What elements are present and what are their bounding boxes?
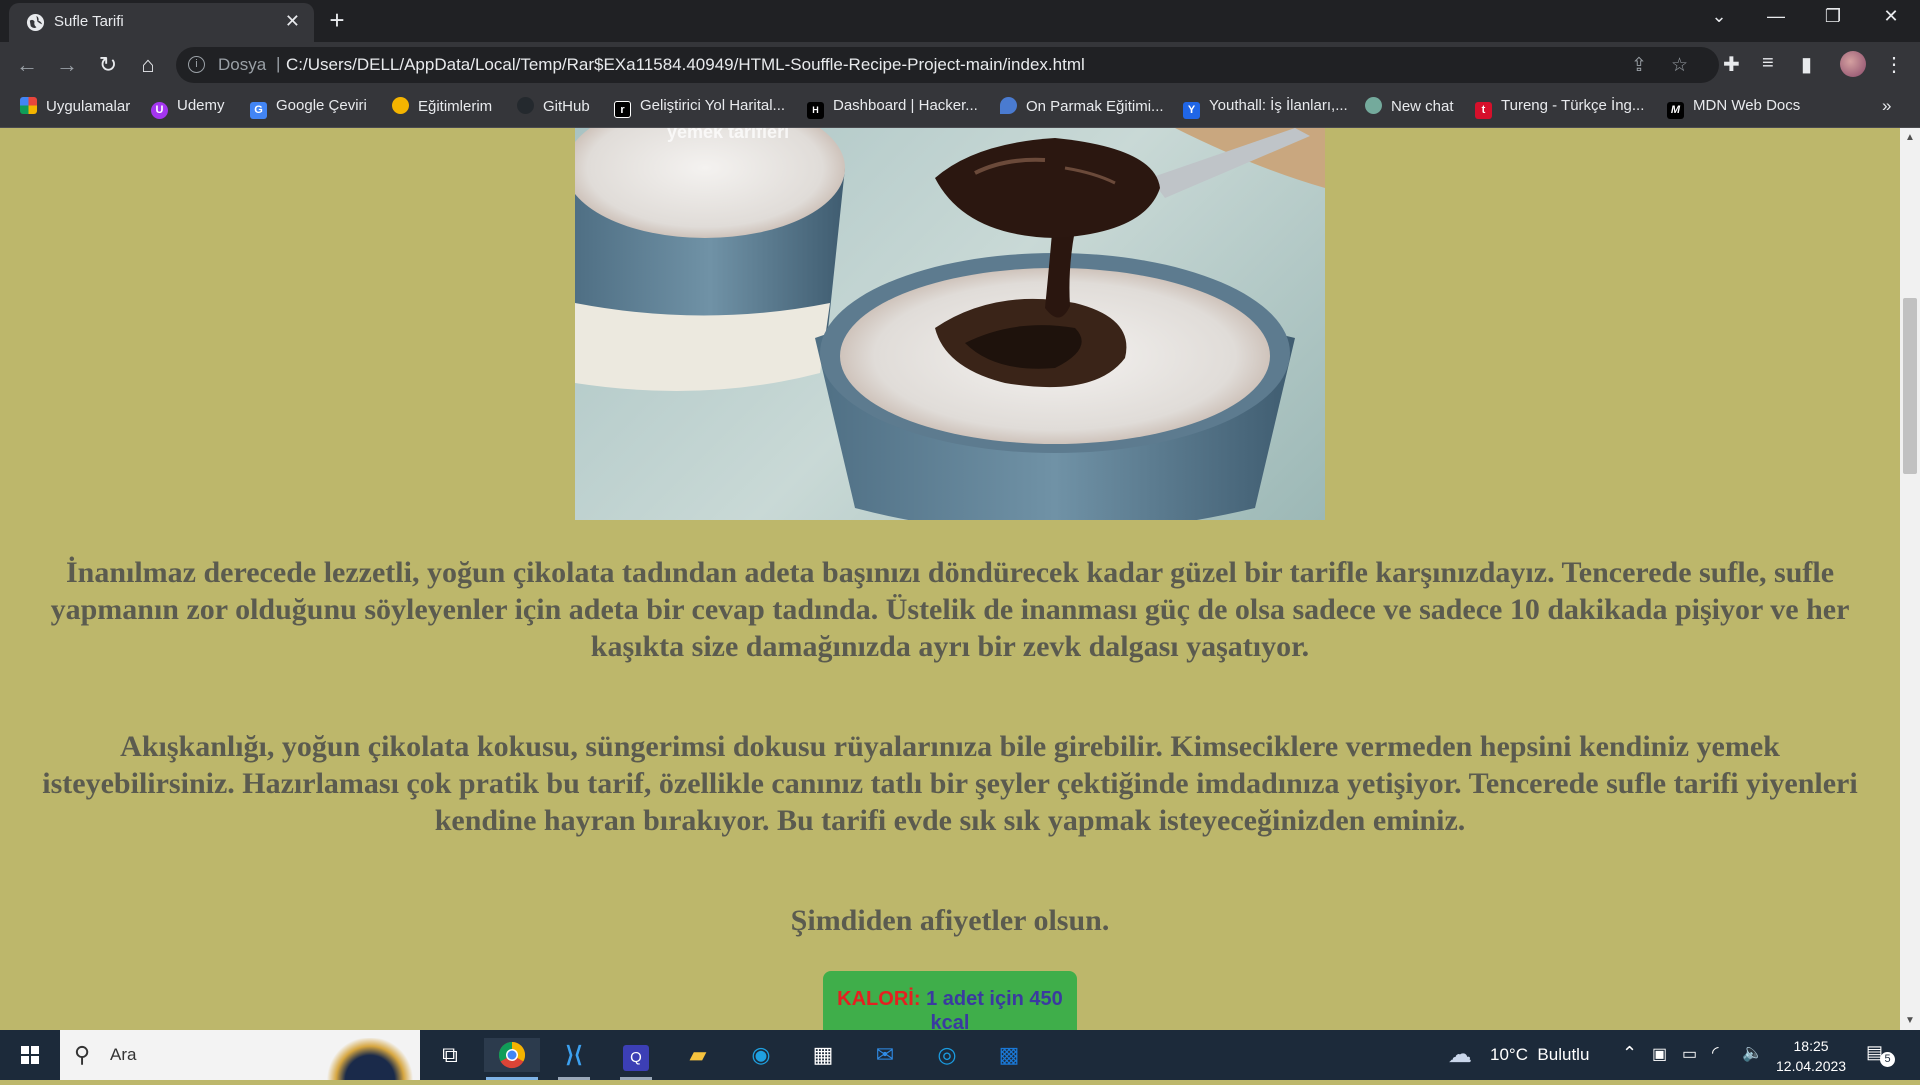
omnibox-separator: |	[276, 54, 281, 73]
side-panel-icon[interactable]: ▮	[1801, 52, 1812, 77]
wifi-icon[interactable]: ◜	[1712, 1043, 1719, 1063]
battery-icon[interactable]: ▭	[1682, 1044, 1697, 1064]
recipe-paragraph-1: İnanılmaz derecede lezzetli, yoğun çikol…	[50, 556, 1850, 663]
roadmap-icon: r	[614, 101, 631, 118]
cloud-icon: ☁	[1448, 1041, 1472, 1068]
qt-app-icon[interactable]: Q	[618, 1038, 654, 1080]
vscode-icon[interactable]: ⟩⟨	[556, 1038, 592, 1080]
back-arrow-icon[interactable]: ←	[14, 53, 40, 79]
scroll-up-arrow-icon[interactable]: ▲	[1900, 132, 1920, 143]
windows-logo-icon	[21, 1046, 39, 1064]
clock-date: 12.04.2023	[1776, 1058, 1847, 1074]
browser-toolbar: ← → ↻ ⌂ i Dosya | C:/Users/DELL/AppData/…	[0, 42, 1920, 89]
tureng-icon: t	[1475, 102, 1492, 119]
minimize-icon[interactable]: —	[1756, 6, 1796, 27]
education-icon	[392, 97, 409, 114]
search-icon: ⚲	[74, 1042, 91, 1067]
media-queue-icon[interactable]: ≡	[1762, 52, 1774, 75]
profile-avatar[interactable]	[1840, 51, 1866, 77]
image-watermark: yemek tarifleri	[667, 128, 789, 142]
search-highlight-art	[325, 1038, 415, 1080]
reload-icon[interactable]: ↻	[95, 53, 121, 79]
tab-title: Sufle Tarifi	[54, 13, 124, 30]
browser-compass-icon[interactable]: ◎	[929, 1038, 965, 1072]
file-explorer-icon[interactable]: ▰	[680, 1038, 716, 1072]
blue-app-icon[interactable]: ▩	[991, 1038, 1027, 1072]
typing-icon	[1000, 97, 1017, 114]
mail-icon[interactable]: ✉	[867, 1038, 903, 1072]
address-bar[interactable]: i Dosya | C:/Users/DELL/AppData/Local/Te…	[176, 47, 1719, 83]
info-icon[interactable]: i	[188, 56, 205, 73]
share-icon[interactable]: ⇪	[1631, 54, 1647, 77]
vertical-scrollbar[interactable]: ▲ ▼	[1900, 128, 1920, 1030]
bookmark-item[interactable]: t Tureng - Türkçe İng...	[1475, 97, 1644, 119]
bookmark-item[interactable]: Y Youthall: İş İlanları,...	[1183, 97, 1348, 119]
bookmark-item[interactable]: r Geliştirici Yol Harital...	[614, 97, 785, 119]
home-icon[interactable]: ⌂	[135, 53, 161, 79]
bookmark-item[interactable]: GitHub	[517, 97, 590, 119]
bookmark-item[interactable]: Uygulamalar	[20, 97, 130, 119]
notification-count-badge: 5	[1880, 1052, 1895, 1067]
clock-time: 18:25	[1793, 1038, 1829, 1054]
url-text[interactable]: C:/Users/DELL/AppData/Local/Temp/Rar$EXa…	[286, 55, 1085, 75]
tab-close-icon[interactable]: ✕	[285, 11, 300, 31]
calorie-box: KALORİ: 1 adet için 450 kcal	[823, 971, 1077, 1030]
edge-icon[interactable]: ◉	[743, 1038, 779, 1072]
bookmark-item[interactable]: G Google Çeviri	[250, 97, 367, 119]
chatgpt-icon	[1365, 97, 1382, 114]
globe-icon	[26, 13, 45, 32]
meet-now-icon[interactable]: ▣	[1652, 1044, 1667, 1064]
tab-search-chevron-icon[interactable]: ⌄	[1699, 6, 1739, 27]
clock[interactable]: 18:25 12.04.2023	[1776, 1036, 1846, 1076]
recipe-paragraph-2: Akışkanlığı, yoğun çikolata kokusu, süng…	[42, 730, 1858, 837]
browser-tab[interactable]: Sufle Tarifi ✕	[9, 3, 314, 42]
bookmark-item[interactable]: Eğitimlerim	[392, 97, 492, 119]
scroll-thumb[interactable]	[1903, 298, 1917, 474]
chrome-icon	[498, 1041, 526, 1069]
extensions-puzzle-icon[interactable]: ✚	[1723, 52, 1740, 77]
hackerrank-icon: H	[807, 102, 824, 119]
taskbar-search[interactable]: ⚲ Ara	[60, 1030, 420, 1080]
start-button[interactable]	[0, 1030, 60, 1080]
bookmark-item[interactable]: On Parmak Eğitimi...	[1000, 97, 1164, 119]
bookmark-item[interactable]: New chat	[1365, 97, 1454, 119]
windows-taskbar: ⚲ Ara ⧉ ⟩⟨ Q ▰ ◉ ▦ ✉ ◎ ▩ ☁ 10°C Bulutlu …	[0, 1030, 1920, 1080]
google-translate-icon: G	[250, 102, 267, 119]
github-icon	[517, 97, 534, 114]
bookmark-star-icon[interactable]: ☆	[1671, 54, 1688, 77]
apps-grid-icon	[20, 97, 37, 114]
souffle-image: yemek tarifleri	[575, 128, 1325, 520]
close-window-icon[interactable]: ✕	[1871, 6, 1911, 27]
mdn-icon: M	[1667, 102, 1684, 119]
bookmarks-bar: Uygulamalar U Udemy G Google Çeviri Eğitim…	[0, 89, 1920, 128]
calorie-label: KALORİ:	[837, 988, 921, 1010]
chrome-taskbar-icon[interactable]	[484, 1038, 540, 1080]
tray-chevron-up-icon[interactable]: ⌃	[1622, 1043, 1637, 1064]
weather-text: 10°C Bulutlu	[1490, 1045, 1590, 1064]
forward-arrow-icon[interactable]: →	[54, 53, 80, 79]
search-placeholder: Ara	[110, 1045, 137, 1064]
scroll-down-arrow-icon[interactable]: ▼	[1900, 1015, 1920, 1026]
bookmark-item[interactable]: M MDN Web Docs	[1667, 97, 1800, 119]
bookmark-item[interactable]: U Udemy	[151, 97, 225, 119]
youthall-icon: Y	[1183, 102, 1200, 119]
bookmarks-overflow-icon[interactable]: »	[1882, 96, 1891, 116]
menu-kebab-icon[interactable]: ⋮	[1884, 52, 1904, 77]
calorie-value: 1 adet için 450 kcal	[926, 988, 1063, 1030]
closing-line: Şimdiden afiyetler olsun.	[790, 904, 1110, 937]
page-viewport: yemek tarifleri İnanılmaz derecede lezze…	[0, 128, 1900, 1030]
souffle-photo: yemek tarifleri	[575, 128, 1325, 520]
new-tab-button[interactable]: +	[321, 7, 353, 35]
restore-icon[interactable]: ❐	[1813, 6, 1853, 27]
store-icon[interactable]: ▦	[805, 1038, 841, 1072]
udemy-icon: U	[151, 102, 168, 119]
notification-center-icon[interactable]: ▤ 5	[1866, 1042, 1895, 1068]
bookmark-item[interactable]: H Dashboard | Hacker...	[807, 97, 978, 119]
task-view-icon[interactable]: ⧉	[432, 1038, 468, 1072]
file-chip: Dosya	[218, 55, 267, 74]
tab-strip: Sufle Tarifi ✕ + ⌄ — ❐ ✕	[0, 0, 1920, 42]
volume-icon[interactable]: 🔈	[1742, 1043, 1763, 1063]
